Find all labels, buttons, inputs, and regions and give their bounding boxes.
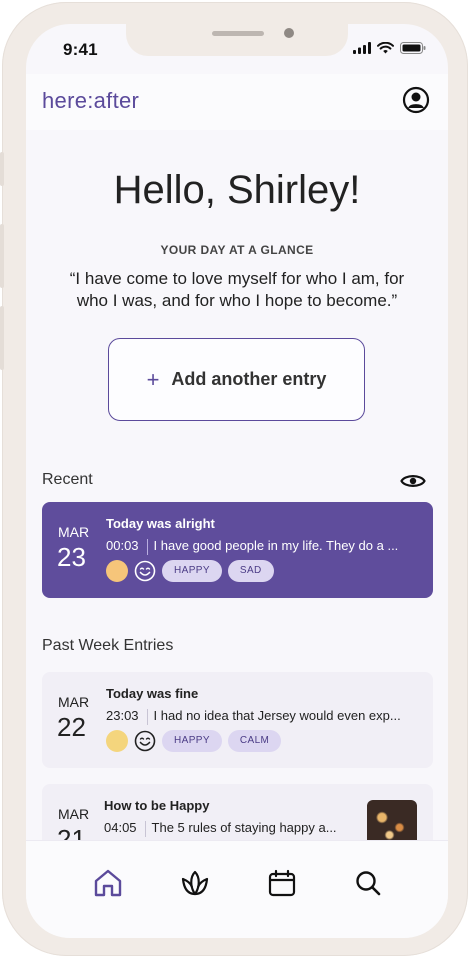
entry-month: MAR	[58, 806, 90, 822]
tag-chip[interactable]: SAD	[227, 560, 274, 582]
divider	[144, 820, 146, 837]
entry-time: 23:03	[106, 708, 139, 723]
app-logo[interactable]: here:after	[42, 88, 139, 114]
home-icon	[94, 869, 122, 897]
side-button	[0, 152, 4, 186]
lotus-icon	[181, 870, 209, 896]
entry-title: Today was fine	[106, 686, 199, 701]
speaker	[212, 31, 264, 36]
mood-color-dot	[106, 730, 128, 752]
bottom-nav	[26, 840, 448, 938]
entry-time: 04:05	[104, 820, 137, 835]
nav-home[interactable]	[88, 863, 128, 903]
entry-meta: 23:03 I had no idea that Jersey would eve…	[106, 708, 401, 725]
entry-meta: 00:03 I have good people in my life. They…	[106, 538, 398, 555]
nav-search[interactable]	[348, 863, 388, 903]
greeting-title: Hello, Shirley!	[113, 168, 361, 212]
add-entry-label: Add another entry	[171, 369, 327, 389]
smiley-icon	[134, 730, 156, 752]
tag-chip[interactable]: HAPPY	[162, 730, 222, 752]
status-icons	[353, 42, 426, 54]
recent-heading: Recent	[42, 471, 93, 488]
divider	[146, 708, 148, 725]
calendar-icon	[268, 869, 296, 897]
nav-calendar[interactable]	[262, 863, 302, 903]
plus-icon: +	[146, 366, 160, 392]
recent-entry-card[interactable]: MAR 23 Today was alright 00:03 I have goo…	[42, 502, 433, 598]
screen: 9:41 here:after Hello, Shirley! YOUR DAY…	[26, 24, 448, 938]
profile-icon[interactable]	[402, 86, 430, 114]
entry-meta: 04:05 The 5 rules of staying happy a...	[104, 820, 337, 837]
wifi-icon	[377, 42, 394, 54]
entry-day: 23	[57, 542, 86, 572]
notch	[126, 24, 348, 56]
divider	[146, 538, 148, 555]
past-entry-card[interactable]: MAR 22 Today was fine 23:03 I had no idea…	[42, 672, 433, 768]
mood-tags: HAPPY CALM	[106, 730, 282, 752]
add-entry-button[interactable]: + Add another entry	[108, 338, 365, 421]
entry-month: MAR	[58, 694, 90, 710]
nav-mindfulness[interactable]	[175, 863, 215, 903]
status-bar: 9:41	[26, 24, 448, 74]
entry-snippet: The 5 rules of staying happy a...	[151, 820, 337, 835]
entry-month: MAR	[58, 524, 90, 540]
phone-frame: 9:41 here:after Hello, Shirley! YOUR DAY…	[0, 2, 468, 956]
front-camera	[284, 28, 294, 38]
glance-label: YOUR DAY AT A GLANCE	[160, 243, 314, 257]
volume-up-button	[0, 224, 4, 288]
entry-time: 00:03	[106, 538, 139, 553]
tag-chip[interactable]: CALM	[227, 730, 282, 752]
smiley-icon	[134, 560, 156, 582]
entry-snippet: I had no idea that Jersey would even exp…	[153, 708, 401, 723]
entry-title: Today was alright	[106, 516, 215, 531]
daily-quote: “I have come to love myself for who I am…	[69, 269, 405, 310]
entry-title: How to be Happy	[104, 798, 210, 813]
eye-icon[interactable]	[400, 471, 426, 491]
battery-icon	[400, 42, 426, 54]
past-week-heading: Past Week Entries	[42, 637, 174, 654]
mood-tags: HAPPY SAD	[106, 560, 274, 582]
search-icon	[356, 871, 381, 896]
app-header: here:after	[26, 74, 448, 130]
tag-chip[interactable]: HAPPY	[162, 560, 222, 582]
signal-icon	[353, 42, 371, 54]
status-time: 9:41	[63, 40, 98, 59]
mood-color-dot	[106, 560, 128, 582]
entry-snippet: I have good people in my life. They do a…	[153, 538, 399, 553]
entry-day: 22	[57, 712, 86, 742]
volume-down-button	[0, 306, 4, 370]
